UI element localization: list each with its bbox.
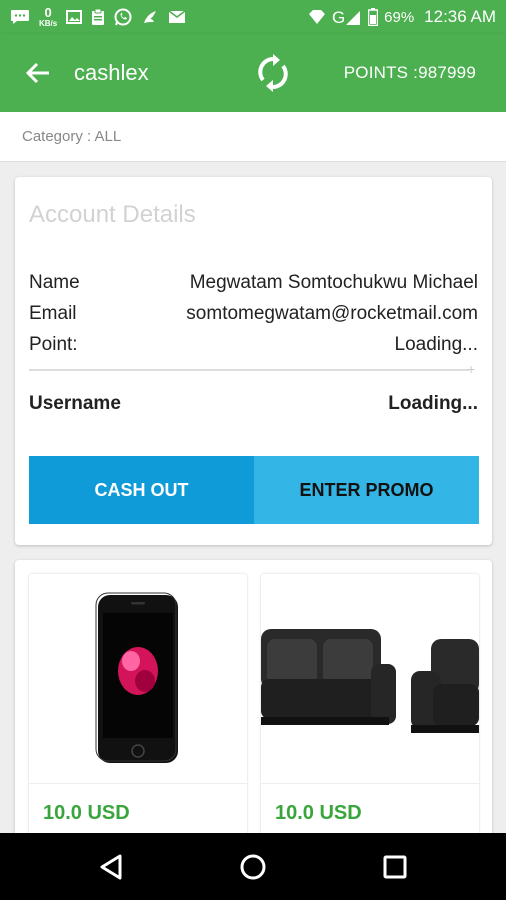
whatsapp-icon	[114, 8, 132, 26]
battery-percent: 69%	[384, 8, 415, 26]
category-filter[interactable]: Category : ALL	[0, 112, 506, 162]
recents-square-icon	[383, 855, 407, 878]
account-details-card: Account Details Name Megwatam Somtochukw…	[15, 177, 492, 545]
svg-text:G: G	[332, 8, 345, 26]
image-icon	[66, 9, 83, 25]
product-card[interactable]: 10.0 USD	[29, 574, 247, 854]
back-triangle-icon	[100, 854, 122, 879]
email-icon	[168, 10, 186, 24]
home-circle-icon	[240, 854, 266, 879]
app-icon	[141, 8, 159, 26]
account-details-title: Account Details	[29, 201, 196, 228]
email-label: Email	[29, 303, 77, 324]
products-grid: 10.0 USD 10.0 USD	[15, 560, 492, 854]
signal-g-icon: G	[332, 8, 362, 26]
back-button[interactable]	[8, 34, 68, 112]
product-card[interactable]: 10.0 USD	[261, 574, 479, 854]
cash-out-button[interactable]: CASH OUT	[29, 456, 254, 524]
smartphone-image	[29, 574, 247, 784]
messages-icon	[10, 9, 30, 25]
plus-icon: +	[467, 361, 476, 377]
point-label: Point:	[29, 334, 78, 355]
battery-icon	[368, 8, 379, 26]
refresh-button[interactable]	[252, 52, 294, 94]
name-label: Name	[29, 272, 80, 293]
email-value: somtomegwatam@rocketmail.com	[186, 303, 478, 324]
product-price: 10.0 USD	[43, 802, 130, 824]
category-label: Category : ALL	[22, 128, 122, 145]
data-speed-value: 0	[44, 5, 52, 20]
divider	[29, 369, 469, 371]
status-bar: 0 KB/s G 69% 12:36 AM	[0, 0, 506, 34]
refresh-icon	[258, 54, 288, 92]
enter-promo-button[interactable]: ENTER PROMO	[254, 456, 479, 524]
email-row: Email somtomegwatam@rocketmail.com	[29, 303, 478, 325]
points-label: POINTS :987999	[343, 63, 476, 82]
action-buttons: CASH OUT ENTER PROMO	[29, 456, 479, 524]
status-system: G 69% 12:36 AM	[308, 7, 496, 27]
nav-recents-button[interactable]	[365, 837, 425, 897]
username-label: Username	[29, 393, 121, 414]
name-value: Megwatam Somtochukwu Michael	[189, 272, 478, 293]
leather-sofa-image	[261, 574, 479, 784]
point-row: Point: Loading...	[29, 334, 478, 356]
username-value: Loading...	[388, 393, 478, 414]
point-value: Loading...	[394, 334, 478, 355]
arrow-left-icon	[25, 62, 49, 84]
nav-back-button[interactable]	[81, 837, 141, 897]
clock: 12:36 AM	[424, 7, 496, 26]
system-nav-bar	[0, 833, 506, 900]
app-title: cashlex	[74, 60, 149, 85]
status-notifications: 0 KB/s	[10, 6, 186, 28]
username-row: Username Loading...	[29, 393, 478, 415]
clipboard-icon	[91, 8, 105, 26]
vibrate-icon	[308, 9, 326, 25]
data-speed-indicator: 0 KB/s	[39, 6, 57, 28]
product-price: 10.0 USD	[275, 802, 362, 824]
data-speed-unit: KB/s	[39, 19, 58, 28]
app-bar: cashlex POINTS :987999	[0, 34, 506, 112]
name-row: Name Megwatam Somtochukwu Michael	[29, 272, 478, 294]
nav-home-button[interactable]	[223, 837, 283, 897]
